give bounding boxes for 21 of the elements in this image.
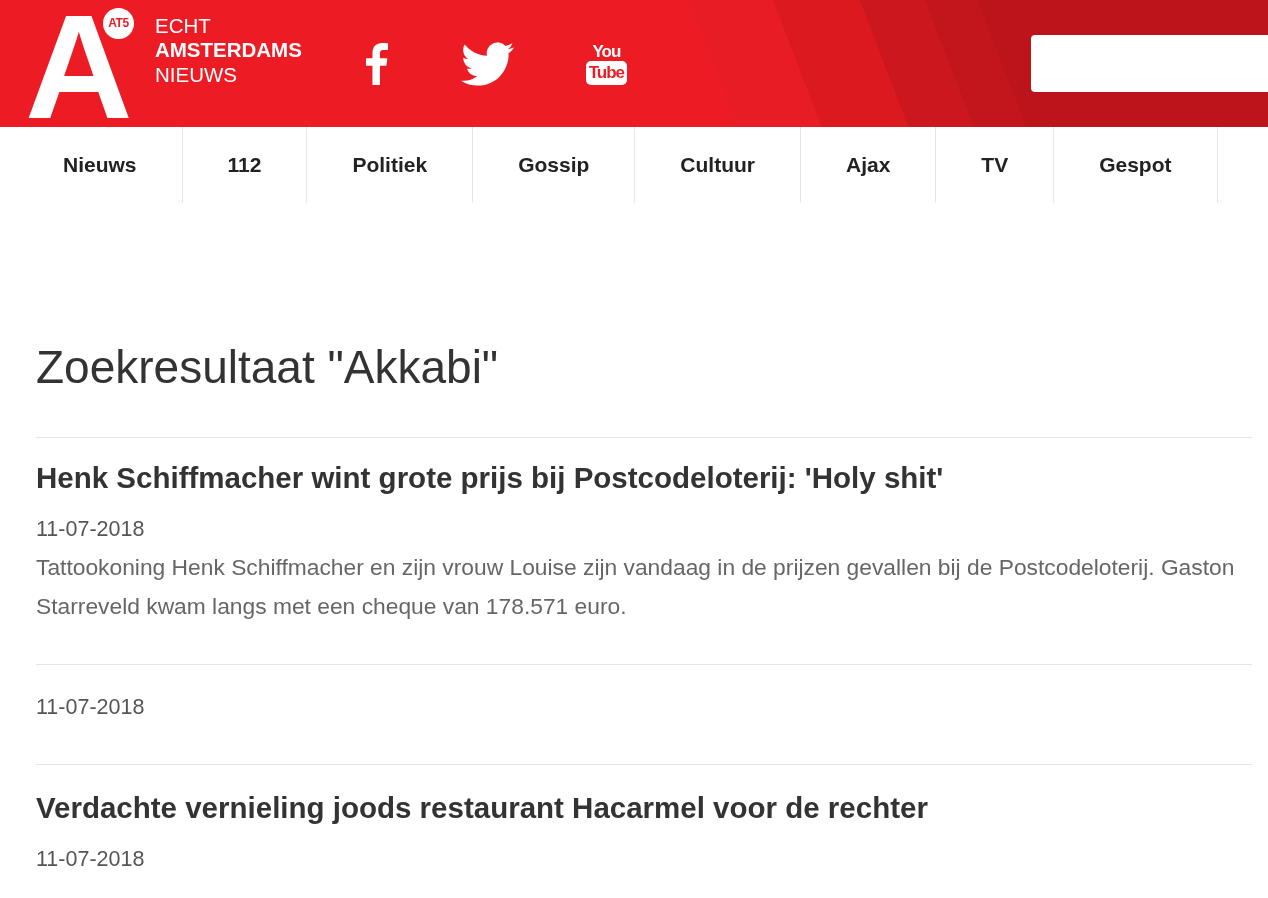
nav-link[interactable]: Gespot [1054,127,1218,203]
article-summary: Tattookoning Henk Schiffmacher en zijn vrouw Louise zijn vandaag in de prijzen gevallen bij de Postcodeloterij. Gaston Starreveld kwam langs met een cheque van 178.571 euro. [36,553,1236,621]
nav-link[interactable]: 112 [182,127,308,203]
nav-link[interactable]: Cultuur [635,127,801,203]
article-date: 11-07-2018 [36,846,146,873]
nav-link[interactable]: Nieuws [18,127,183,203]
article-date: 11-07-2018 [36,694,146,721]
nav-link[interactable]: Ajax [800,127,937,203]
tagline-text: AMSTERDAMS [154,38,302,63]
search-field[interactable] [1031,35,1268,92]
tagline-text: ECHT [154,13,212,39]
article-title-link[interactable]: Verdachte vernieling joods restaurant Hacarmel voor de rechter [36,790,928,826]
nav-link[interactable]: Politiek [307,127,474,203]
page-heading: Zoekresultaat "Akkabi" [36,340,500,395]
tagline-text: NIEUWS [154,62,238,88]
twitter-icon[interactable] [460,41,514,86]
facebook-icon[interactable] [364,42,389,85]
article-date: 11-07-2018 [36,516,146,543]
article-title-link[interactable]: Henk Schiffmacher wint grote prijs bij Postcodeloterij: 'Holy shit' [36,460,944,496]
nav-link[interactable]: Gossip [473,127,636,203]
nav-link[interactable]: TV [936,127,1055,203]
